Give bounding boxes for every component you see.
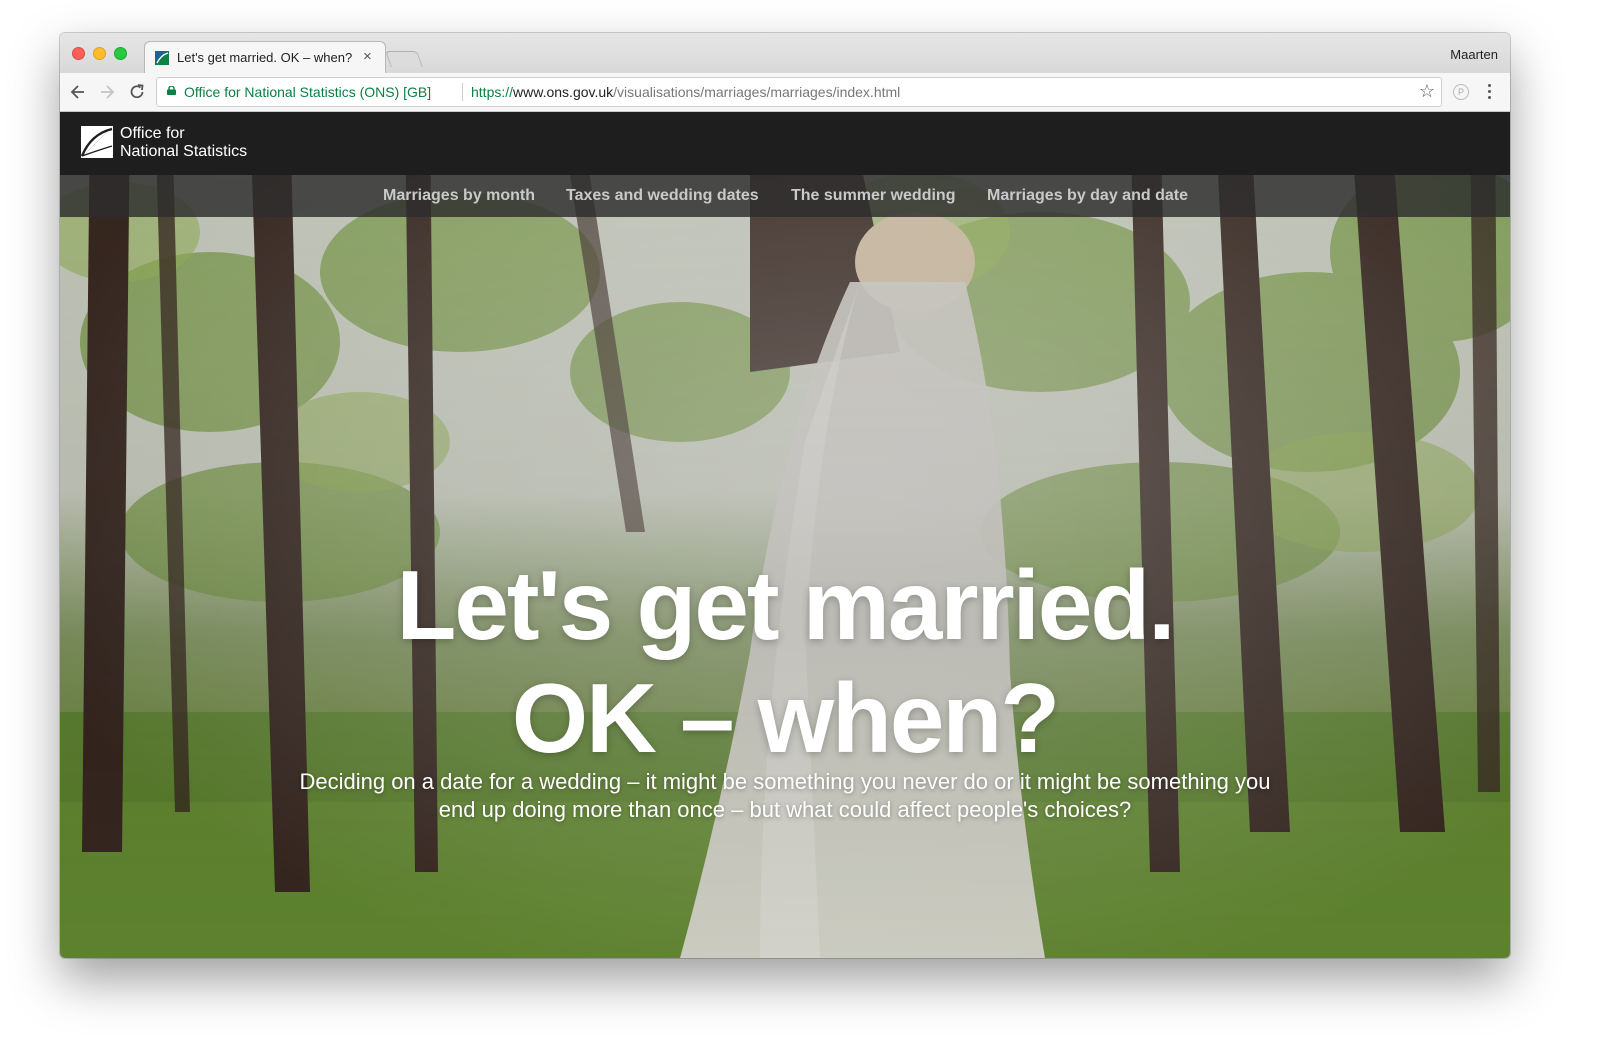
- new-tab-button[interactable]: [385, 51, 423, 67]
- url-host: www.ons.gov.uk: [513, 84, 614, 100]
- close-window-button[interactable]: [72, 47, 85, 60]
- reload-icon[interactable]: [127, 82, 147, 102]
- ons-logo-text[interactable]: Office for National Statistics: [120, 125, 247, 161]
- site-nav: Marriages by month Taxes and wedding dat…: [60, 175, 1510, 217]
- url-scheme: https://: [471, 84, 514, 100]
- site-header: Office for National Statistics: [60, 112, 1510, 175]
- nav-marriages-by-month[interactable]: Marriages by month: [383, 187, 535, 205]
- back-arrow-icon[interactable]: [68, 82, 88, 102]
- maximize-window-button[interactable]: [114, 47, 127, 60]
- browser-window: Let's get married. OK – when? × Maarten …: [60, 33, 1510, 958]
- hero-subtitle: Deciding on a date for a wedding – it mi…: [299, 769, 1271, 822]
- logo-line-1: Office for: [120, 125, 185, 142]
- tab-title: Let's get married. OK – when?: [177, 50, 353, 65]
- hero-background-image: [60, 112, 1510, 958]
- hero-title-line-2: OK – when?: [511, 663, 1060, 773]
- hero-title-line-1: Let's get married.: [396, 550, 1176, 660]
- lock-icon: [167, 86, 176, 95]
- address-separator: [462, 83, 463, 101]
- profile-name[interactable]: Maarten: [1450, 47, 1498, 62]
- bookmark-star-icon[interactable]: ☆: [1419, 81, 1435, 102]
- nav-taxes-and-wedding-dates[interactable]: Taxes and wedding dates: [566, 187, 759, 205]
- forward-arrow-icon[interactable]: [97, 82, 117, 102]
- logo-line-2: National Statistics: [120, 143, 248, 160]
- address-bar[interactable]: Office for National Statistics (ONS) [GB…: [156, 77, 1442, 107]
- extension-icon[interactable]: P: [1453, 84, 1469, 100]
- url-path: /visualisations/marriages/marriages/inde…: [613, 84, 901, 100]
- url-text[interactable]: https://www.ons.gov.uk/visualisations/ma…: [471, 84, 900, 100]
- browser-toolbar: Office for National Statistics (ONS) [GB…: [60, 73, 1510, 112]
- ons-favicon-icon: [155, 51, 169, 65]
- nav-summer-wedding[interactable]: The summer wedding: [791, 187, 955, 205]
- ons-logo-icon[interactable]: [79, 124, 115, 160]
- browser-menu-icon[interactable]: [1486, 82, 1492, 102]
- tab-strip: Let's get married. OK – when? × Maarten: [60, 33, 1510, 74]
- tab-close-icon[interactable]: ×: [363, 48, 372, 65]
- tab-active[interactable]: Let's get married. OK – when? ×: [144, 41, 386, 74]
- nav-marriages-by-day-and-date[interactable]: Marriages by day and date: [987, 187, 1188, 205]
- page-viewport: Office for National Statistics Marriages…: [60, 112, 1510, 958]
- secure-site-label[interactable]: Office for National Statistics (ONS) [GB…: [184, 84, 431, 100]
- minimize-window-button[interactable]: [93, 47, 106, 60]
